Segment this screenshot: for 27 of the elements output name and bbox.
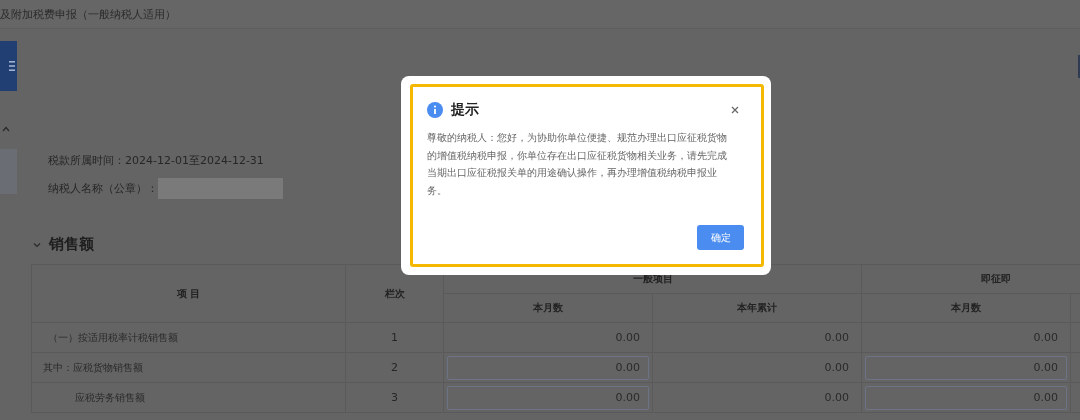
input-field[interactable]: 0.00 [447,355,649,380]
table-cell: 0.00 [652,322,862,353]
column-header: 项 目 [31,264,346,323]
close-icon[interactable] [731,106,739,114]
input-field[interactable]: 0.00 [865,385,1067,410]
column-header: 本月数 [443,293,653,323]
table-cell: 1 [345,322,444,353]
table-cell: 3 [345,382,444,413]
info-icon [427,102,443,118]
input-field[interactable]: 0.00 [447,385,649,410]
section-title: 销售额 [49,235,94,254]
table-cell: 0.00 [652,382,862,413]
taxpayer-label: 纳税人名称（公章）： [48,180,158,196]
dialog-title: 提示 [451,101,480,119]
confirm-button[interactable]: 确定 [697,225,744,250]
column-group-header: 即征即 [861,264,1080,294]
chevron-icon[interactable] [33,240,41,249]
table-cell: 2 [345,352,444,383]
table-cell: 0.00 [652,352,862,383]
column-header: 本年累计 [652,293,862,323]
dialog-message: 尊敬的纳税人：您好，为协助你单位便捷、规范办理出口应征税货物的增值税纳税申报，你单位存在出口应征税货物相关业务，请先完成当期出口应征税报关单的用途确认操作，再办理增值税纳税申报业务。 [427,131,728,198]
table-cell: 0.00 [443,322,653,353]
input-field[interactable]: 0.00 [865,355,1067,380]
column-header: 本月数 [861,293,1071,323]
menu-icon [9,60,15,72]
table-cell: 0.00 [861,322,1071,353]
caret-icon[interactable] [2,126,10,132]
